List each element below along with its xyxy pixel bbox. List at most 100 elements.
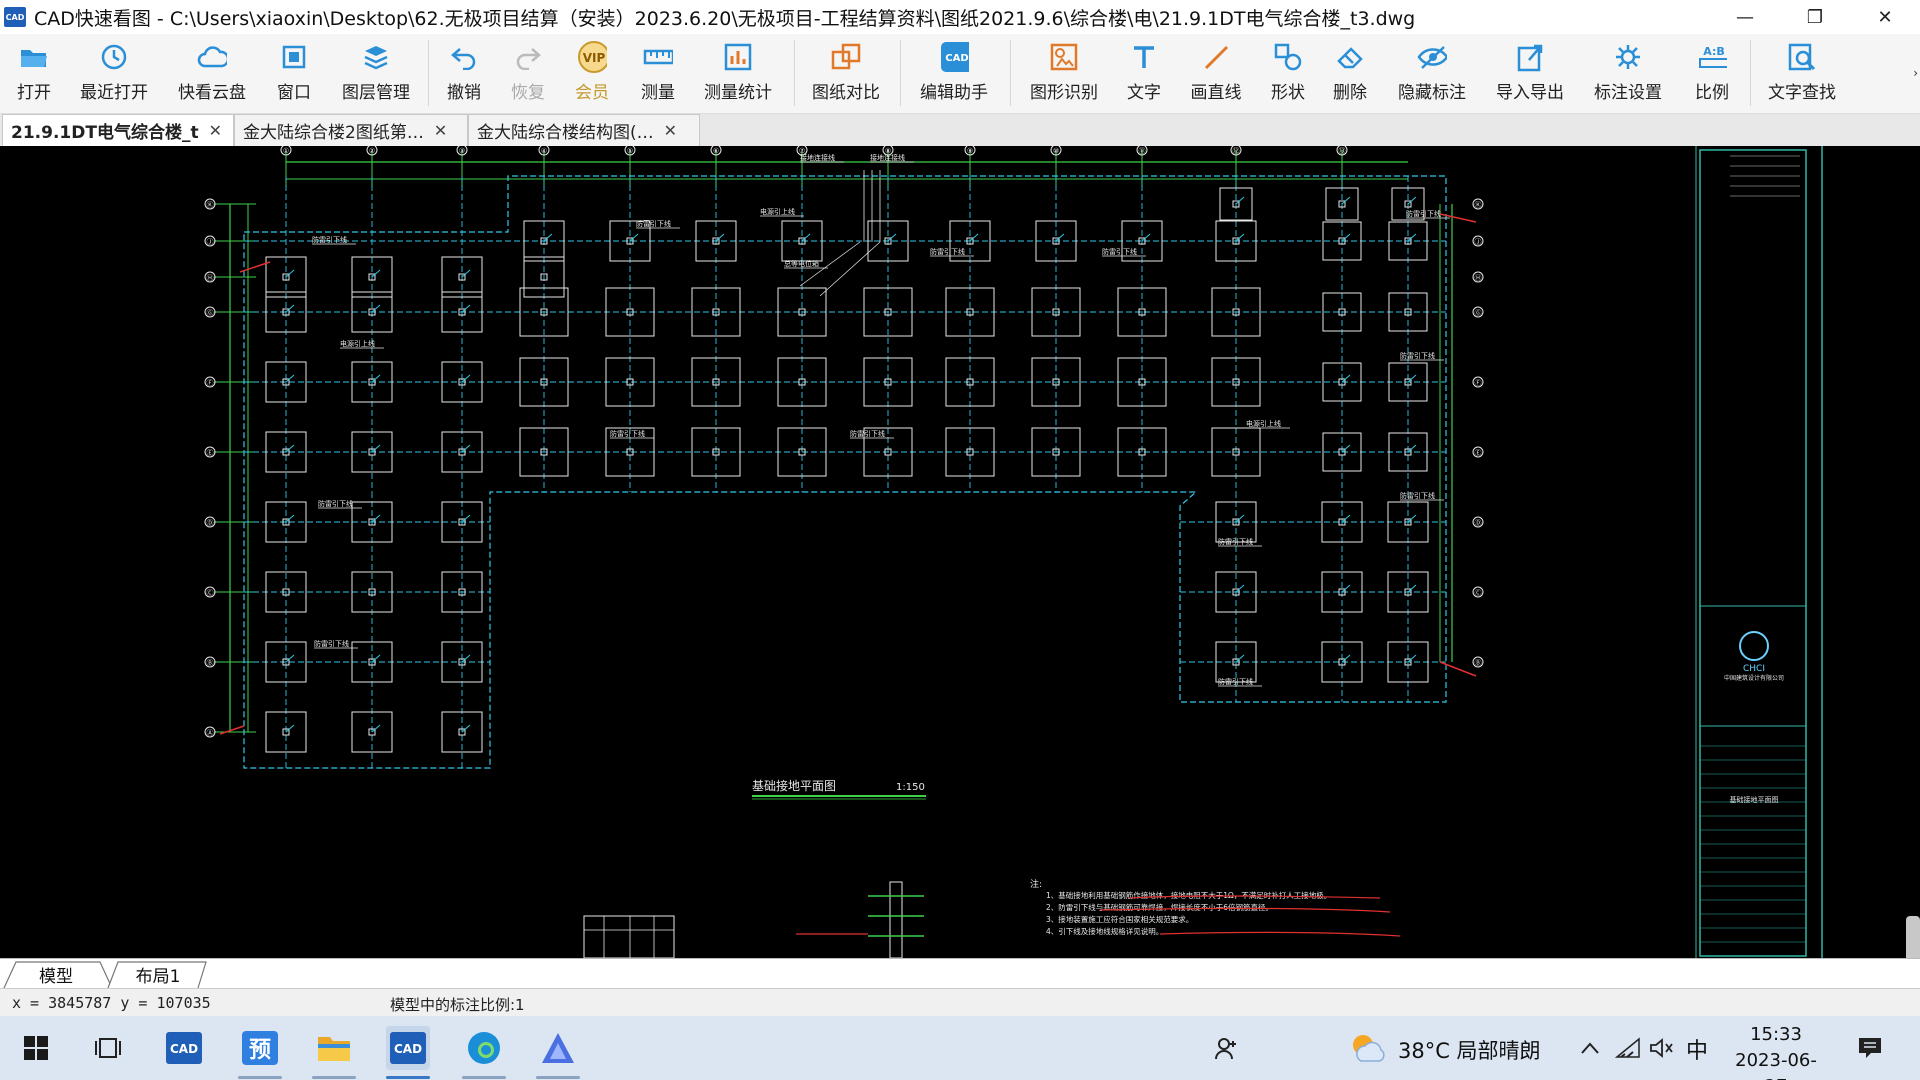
callout-label: 防雷引下线 (1218, 677, 1253, 686)
line-icon (1201, 42, 1231, 72)
plan-scale: 1:150 (896, 782, 925, 793)
column-axis-label: ⑤ (627, 147, 633, 155)
delete-button[interactable]: 删除 (1310, 42, 1390, 103)
start-button[interactable] (14, 1026, 58, 1070)
edit-assistant-button[interactable]: CAD 编辑助手 (914, 42, 994, 103)
edge-browser-icon (468, 1032, 500, 1064)
row-axis-label: Ⓔ (1475, 449, 1482, 457)
clock-date: 2023-06-27 (1735, 1050, 1817, 1080)
toolbar: 打开 最近打开 快看云盘 窗口 图层管理 撤销 恢复 VIP 会员 测量 测量统… (0, 34, 1920, 114)
scale-icon: A:B (1697, 42, 1727, 72)
measure-button[interactable]: 测量 (618, 42, 698, 103)
drawing-compare-button[interactable]: 图纸对比 (806, 42, 886, 103)
notifications-button[interactable] (1848, 1026, 1892, 1070)
row-axis-label: Ⓚ (207, 201, 214, 209)
cloud-drive-button[interactable]: 快看云盘 (172, 42, 252, 103)
window-title: CAD快速看图 - C:\Users\xiaoxin\Desktop\62.无极… (34, 7, 1416, 30)
cursor-coordinates: x = 3845787 y = 107035 (12, 994, 211, 1012)
ime-indicator[interactable]: 中 (1686, 1033, 1708, 1065)
hide-annotations-button[interactable]: 隐藏标注 (1392, 42, 1472, 103)
cad-app-icon: CAD (390, 1032, 426, 1064)
grounding-ring-conductor (243, 175, 1447, 769)
close-tab-icon[interactable]: ✕ (664, 121, 677, 140)
column-axis-label: ③ (459, 147, 465, 155)
callout-label: 防雷引下线 (1218, 537, 1253, 546)
callout-label: 防雷引下线 (1400, 491, 1435, 500)
scale-button[interactable]: A:B 比例 (1672, 42, 1752, 103)
close-button[interactable]: ✕ (1850, 0, 1920, 34)
drawing-canvas[interactable]: ① ② ③ ④ ⑤ ⑥ ⑦ ⑧ ⑨ ⑩ ⑪ ⑫ ⑬ Ⓚ Ⓚ Ⓙ Ⓙ Ⓗ Ⓗ Ⓖ Ⓖ Ⓕ Ⓕ Ⓔ Ⓔ Ⓓ Ⓓ Ⓒ Ⓒ Ⓑ Ⓑ Ⓐ 防雷引下线 防雷引… (0, 146, 1920, 958)
task-view-button[interactable] (86, 1026, 130, 1070)
hide-eye-icon (1417, 42, 1447, 72)
taskbar-app-edge[interactable] (462, 1026, 506, 1070)
close-tab-icon[interactable]: ✕ (434, 121, 447, 140)
tab-model[interactable]: 模型 (14, 961, 98, 987)
row-axis-label: Ⓐ (207, 729, 214, 737)
annotation-settings-button[interactable]: 标注设置 (1588, 42, 1668, 103)
minimize-button[interactable]: — (1710, 0, 1780, 34)
detail-section (583, 881, 924, 958)
ruler-icon (643, 42, 673, 72)
toolbar-separator (1010, 40, 1011, 106)
undo-icon (449, 42, 479, 72)
column-axis-label: ⑥ (713, 147, 719, 155)
weather-button[interactable] (1346, 1026, 1390, 1070)
close-tab-icon[interactable]: ✕ (209, 121, 222, 140)
callout-label: 电源引上线 (340, 339, 375, 348)
taskbar-app-preview[interactable]: 预 (238, 1026, 282, 1070)
draw-line-button[interactable]: 画直线 (1176, 42, 1256, 103)
taskbar-app-cad-active[interactable]: CAD (386, 1026, 430, 1070)
callout-label: 防雷引下线 (314, 639, 349, 648)
toolbar-separator (1750, 40, 1751, 106)
clock[interactable]: 15:33 2023-06-27 (1726, 1022, 1826, 1080)
layer-manager-button[interactable]: 图层管理 (336, 42, 416, 103)
tab-document-3[interactable]: 金大陆综合楼结构图(… ✕ (468, 114, 700, 146)
import-export-button[interactable]: 导入导出 (1490, 42, 1570, 103)
volume-button[interactable] (1640, 1026, 1684, 1070)
text-search-icon (1787, 42, 1817, 72)
tab-document-2[interactable]: 金大陆综合楼2图纸第… ✕ (234, 114, 468, 146)
tab-layout1[interactable]: 布局1 (116, 961, 200, 987)
import-export-icon (1515, 42, 1545, 72)
text-icon (1129, 42, 1159, 72)
cad-drawing: ① ② ③ ④ ⑤ ⑥ ⑦ ⑧ ⑨ ⑩ ⑪ ⑫ ⑬Ⓚ ⓀⒿ ⒿⒽ ⒽⒼ ⒼⒻ ⒻⒺ ⒺⒹ ⒹⒸ ⒸⒷ ⒷⒶ防雷引下线防雷引… (204, 146, 1823, 958)
row-axis-label: Ⓒ (1475, 589, 1482, 597)
callout-label: 防雷引下线 (312, 235, 347, 244)
callout-label: 电源引上线 (1246, 419, 1281, 428)
measure-stats-button[interactable]: 测量统计 (698, 42, 778, 103)
weather-text[interactable]: 38°C 局部晴朗 (1398, 1035, 1541, 1065)
people-button[interactable] (1204, 1026, 1248, 1070)
shapes-icon (1273, 42, 1303, 72)
column-axis-label: ⑫ (1233, 147, 1240, 155)
company-name: 中国建筑设计有限公司 (1724, 674, 1784, 682)
shape-recognize-button[interactable]: 图形识别 (1024, 42, 1104, 103)
column-axis-label: ② (369, 147, 375, 155)
taskbar-app-explorer[interactable] (312, 1026, 356, 1070)
recent-clock-icon (99, 42, 129, 72)
row-axis-label: Ⓗ (1475, 274, 1482, 282)
text-search-button[interactable]: 文字查找 (1762, 42, 1842, 103)
shape-recognize-icon (1049, 42, 1079, 72)
open-button[interactable]: 打开 (0, 42, 74, 103)
taskbar-app-cad[interactable]: CAD (162, 1026, 206, 1070)
document-tabs: 21.9.1DT电气综合楼_t ✕ 金大陆综合楼2图纸第… ✕ 金大陆综合楼结构… (0, 114, 1920, 146)
vertical-scrollbar[interactable] (1906, 916, 1920, 958)
tab-document-1[interactable]: 21.9.1DT电气综合楼_t ✕ (2, 114, 234, 146)
text-button[interactable]: 文字 (1104, 42, 1184, 103)
column-axis-label: ⑪ (1139, 147, 1146, 155)
row-axis-label: Ⓒ (207, 589, 214, 597)
window-button[interactable]: 窗口 (254, 42, 334, 103)
svg-text:CHCI: CHCI (1743, 664, 1765, 674)
redo-icon (513, 42, 543, 72)
task-view-icon (95, 1038, 121, 1058)
toolbar-more-icon[interactable]: › (1913, 66, 1918, 80)
row-axis-label: Ⓑ (207, 659, 214, 667)
preview-app-icon: 预 (242, 1031, 278, 1065)
callout-label: 接地连接线 (800, 153, 835, 162)
svg-text:VIP: VIP (583, 51, 606, 65)
column-axis-label: ① (283, 147, 289, 155)
taskbar-app-other[interactable] (536, 1026, 580, 1070)
maximize-button[interactable]: ❐ (1780, 0, 1850, 34)
callout-label: 防雷引下线 (636, 219, 671, 228)
recent-open-button[interactable]: 最近打开 (74, 42, 154, 103)
